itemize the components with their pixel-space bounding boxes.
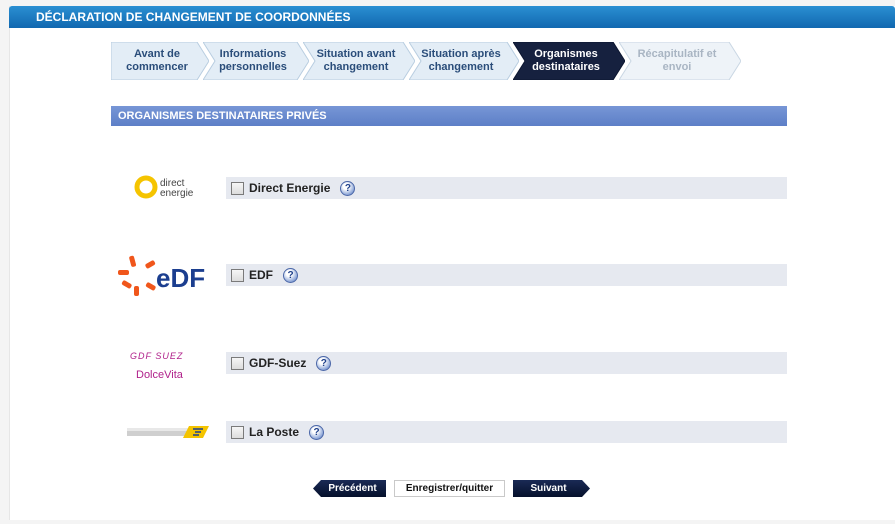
step-line1: Organismes [534, 48, 598, 60]
save-quit-button[interactable]: Enregistrer/quitter [394, 480, 505, 497]
step-line1: Situation après [421, 48, 501, 60]
organism-row-la-poste: La Poste ? [226, 421, 787, 443]
organism-label: La Poste [249, 425, 300, 439]
step-line1: Informations [219, 48, 287, 60]
step-line1: Avant de [133, 48, 181, 60]
next-button[interactable]: Suivant [513, 480, 590, 497]
previous-button[interactable]: Précédent [313, 480, 386, 497]
step-line2: envoi [662, 61, 692, 73]
edf-logo: eDF [116, 254, 220, 298]
checkbox-edf[interactable] [231, 268, 244, 282]
edf-logo-text: eDF [156, 263, 205, 293]
help-icon[interactable]: ? [340, 180, 356, 196]
step-line1: Situation avant [316, 48, 396, 60]
step-situation-apres[interactable]: Situation après changement [409, 42, 519, 80]
step-organismes-destinataires[interactable]: Organismes destinataires [513, 42, 625, 80]
help-icon[interactable]: ? [283, 267, 298, 283]
organism-label: EDF [249, 268, 273, 282]
section-header: ORGANISMES DESTINATAIRES PRIVÉS [111, 106, 787, 126]
step-informations-personnelles[interactable]: Informations personnelles [203, 42, 309, 80]
la-poste-logo [127, 423, 211, 441]
step-avant-de-commencer[interactable]: Avant de commencer [111, 42, 209, 80]
checkbox-direct-energie[interactable] [231, 181, 244, 195]
checkbox-gdf-suez[interactable] [231, 356, 244, 370]
help-icon[interactable]: ? [309, 424, 325, 440]
step-line2: destinataires [532, 61, 600, 73]
organism-row-gdf-suez: GDF-Suez ? [226, 352, 787, 374]
gdf-suez-logo: GDF SUEZ DolceVita [128, 348, 212, 384]
step-recapitulatif-envoi[interactable]: Récapitulatif et envoi [619, 42, 741, 80]
organism-label: GDF-Suez [249, 356, 307, 370]
checkbox-la-poste[interactable] [231, 425, 244, 439]
organism-label: Direct Energie [249, 181, 331, 195]
step-line2: personnelles [219, 61, 287, 73]
gdf-suez-logo-line1: GDF SUEZ [130, 351, 183, 361]
step-line2: changement [428, 61, 494, 73]
step-situation-avant[interactable]: Situation avant changement [303, 42, 415, 80]
page-title: DÉCLARATION DE CHANGEMENT DE COORDONNÉES [9, 6, 895, 28]
help-icon[interactable]: ? [316, 355, 332, 371]
step-line2: commencer [126, 61, 188, 73]
organism-row-direct-energie: Direct Energie ? [226, 177, 787, 199]
step-line1: Récapitulatif et [637, 48, 717, 60]
direct-energie-logo-line2: energie [160, 188, 194, 199]
direct-energie-logo: direct energie [133, 174, 208, 200]
gdf-suez-logo-line2: DolceVita [136, 369, 184, 381]
step-line2: changement [323, 61, 389, 73]
organism-row-edf: EDF ? [226, 264, 787, 286]
